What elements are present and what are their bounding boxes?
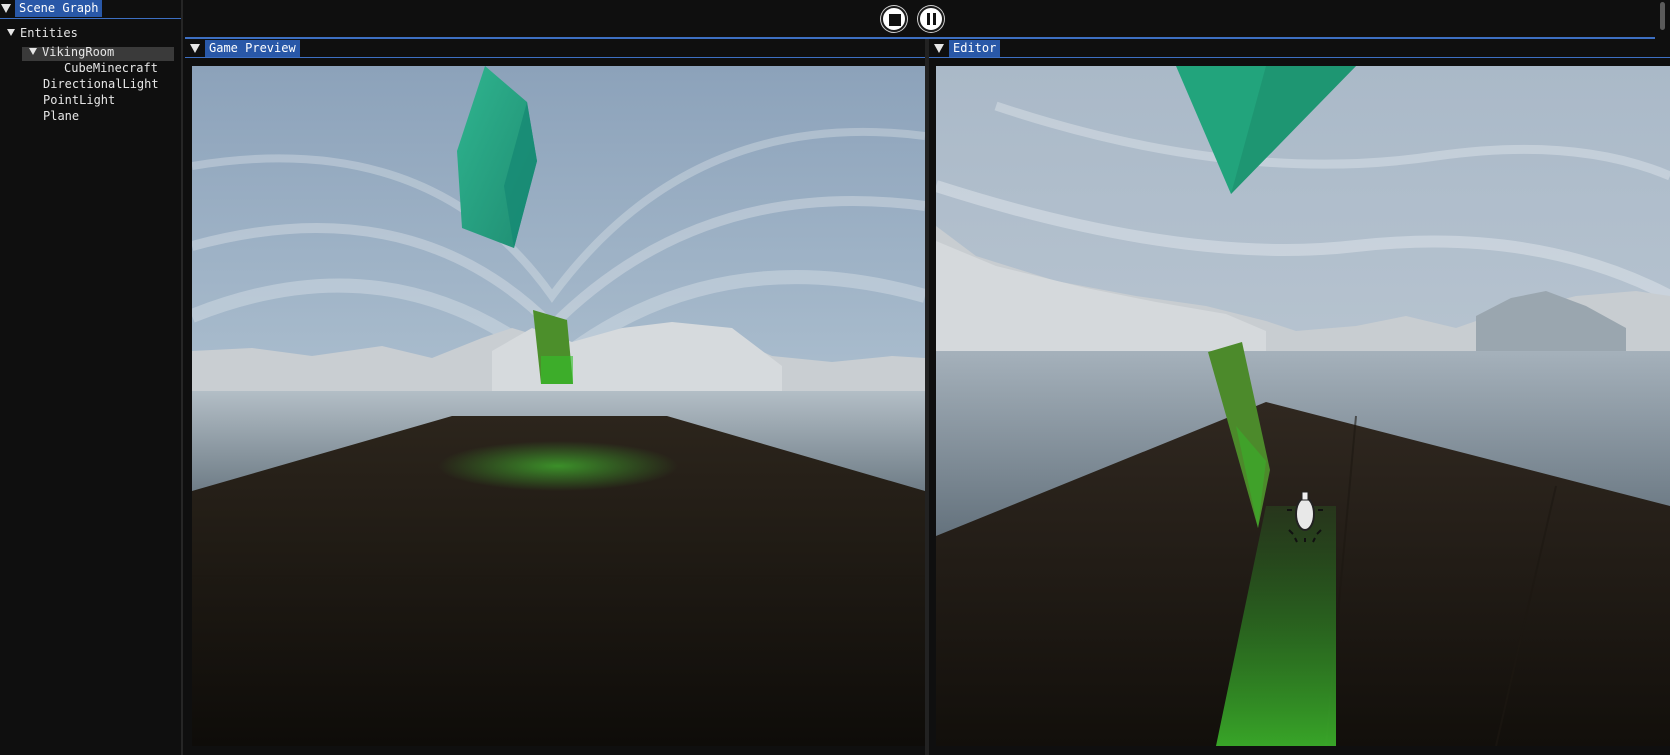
game-preview-panel: Game Preview: [185, 39, 925, 755]
editor-viewport[interactable]: [936, 66, 1670, 746]
playback-toolbar: [185, 0, 1655, 39]
stop-button[interactable]: [881, 6, 907, 32]
engine-editor-window: Scene Graph Entities VikingRoom CubeMine…: [0, 0, 1670, 755]
tree-node-cubeminecraft[interactable]: CubeMinecraft: [64, 60, 158, 76]
expand-arrow-icon[interactable]: [7, 29, 15, 36]
scene-graph-header[interactable]: Scene Graph: [0, 0, 181, 19]
tree-node-label: VikingRoom: [42, 45, 115, 59]
pause-button[interactable]: [918, 6, 944, 32]
game-preview-header[interactable]: Game Preview: [185, 39, 925, 58]
expand-arrow-icon[interactable]: [29, 48, 37, 55]
editor-header[interactable]: Editor: [929, 39, 1670, 58]
collapse-arrow-icon[interactable]: [1, 4, 11, 13]
scrollbar-thumb[interactable]: [1660, 2, 1665, 30]
collapse-arrow-icon[interactable]: [190, 44, 200, 53]
editor-title: Editor: [949, 40, 1001, 57]
tree-node-plane[interactable]: Plane: [43, 108, 79, 124]
tree-node-label: CubeMinecraft: [64, 61, 158, 75]
tree-node-label: Entities: [20, 26, 78, 40]
collapse-arrow-icon[interactable]: [934, 44, 944, 53]
tree-node-label: PointLight: [43, 93, 116, 107]
tree-node-label: Plane: [43, 109, 80, 123]
scene-graph-panel: Scene Graph Entities VikingRoom CubeMine…: [0, 0, 183, 755]
editor-panel: Editor: [929, 39, 1670, 755]
game-preview-viewport[interactable]: [192, 66, 925, 746]
scene-graph-title: Scene Graph: [15, 0, 103, 17]
tree-node-pointlight[interactable]: PointLight: [43, 92, 115, 108]
game-preview-title: Game Preview: [205, 40, 300, 57]
tree-node-label: DirectionalLight: [43, 77, 159, 91]
tree-node-directionallight[interactable]: DirectionalLight: [43, 76, 159, 92]
stop-icon: [889, 14, 901, 26]
toolbar-scrollbar[interactable]: [1655, 0, 1670, 37]
